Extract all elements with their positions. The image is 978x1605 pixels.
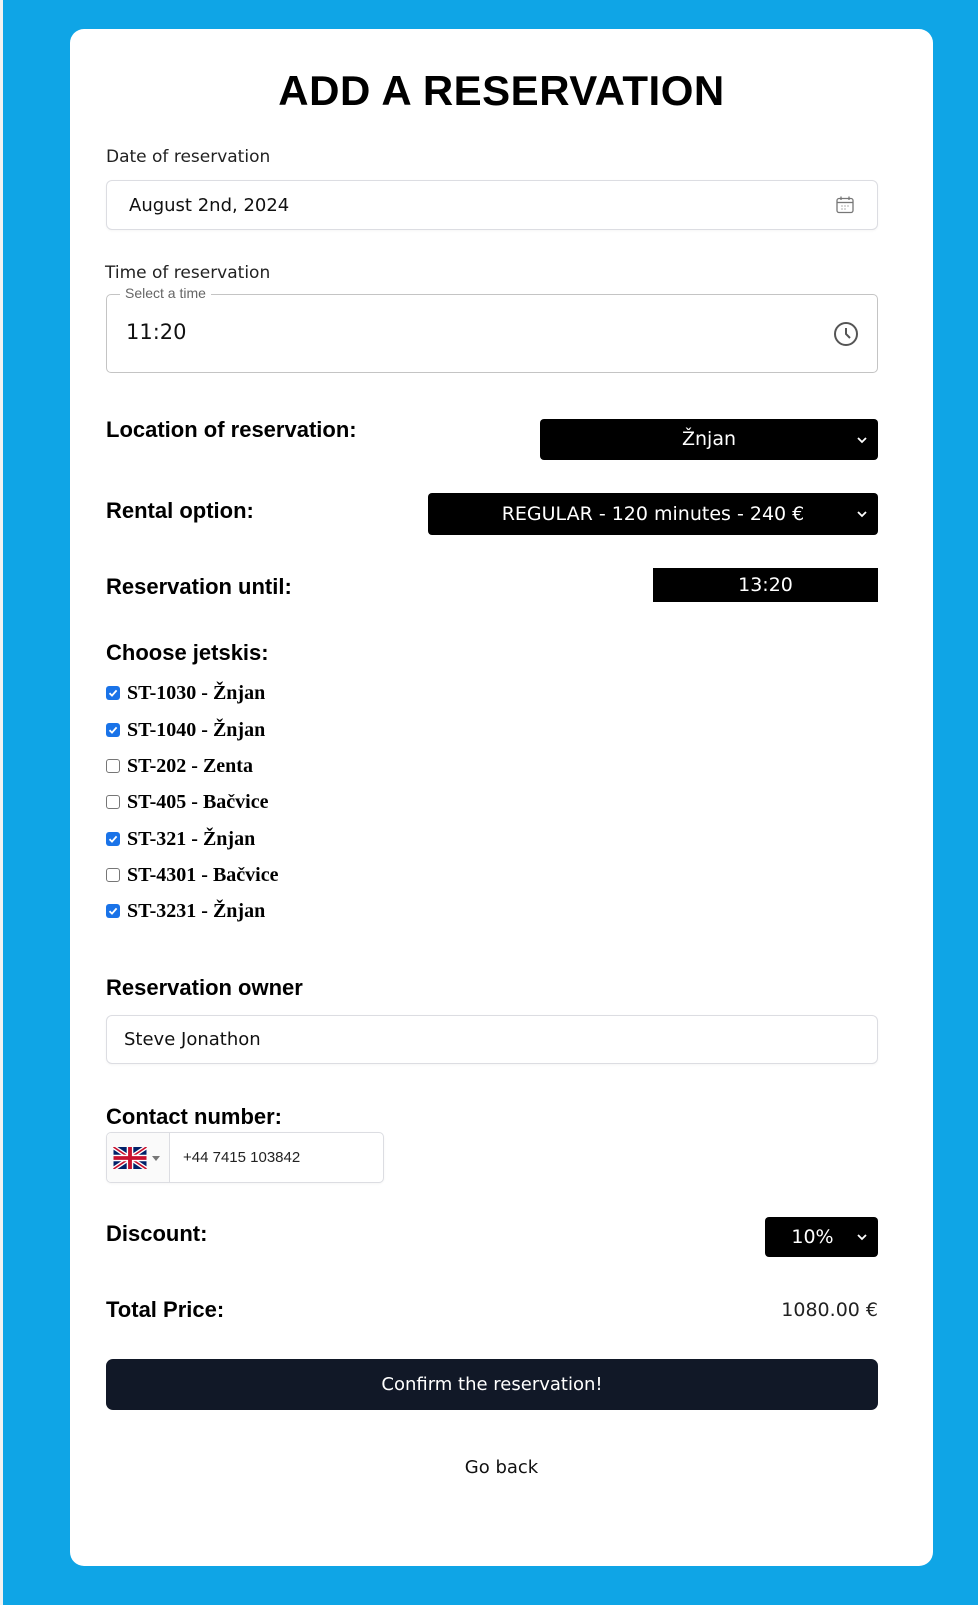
owner-input[interactable]: Steve Jonathon [106, 1015, 878, 1064]
checkbox-checked[interactable] [106, 832, 120, 846]
until-label: Reservation until: [106, 574, 292, 599]
check-icon [108, 689, 118, 697]
reservation-card: ADD A RESERVATION Date of reservation Au… [70, 29, 933, 1566]
caret-down-icon [152, 1156, 160, 1161]
check-icon [108, 835, 118, 843]
jetski-option-label: ST-1040 - Žnjan [127, 718, 266, 741]
jetski-option-label: ST-1030 - Žnjan [127, 681, 266, 704]
rental-label: Rental option: [106, 498, 254, 523]
country-select[interactable] [107, 1133, 170, 1182]
chevron-down-icon [857, 1234, 867, 1241]
total-value: 1080.00 € [781, 1299, 878, 1321]
jetski-option-label: ST-3231 - Žnjan [127, 899, 266, 922]
chevron-down-icon [857, 511, 867, 518]
phone-number[interactable]: +44 7415 103842 [183, 1149, 300, 1166]
clock-icon[interactable] [833, 321, 859, 347]
jetski-option[interactable]: ST-202 - Zenta [106, 753, 253, 779]
chevron-down-icon [857, 436, 867, 443]
location-selected: Žnjan [681, 428, 737, 450]
jetskis-label: Choose jetskis: [106, 640, 269, 665]
jetski-option[interactable]: ST-3231 - Žnjan [106, 898, 265, 924]
calendar-icon[interactable] [835, 195, 855, 215]
check-icon [108, 907, 118, 915]
checkbox-checked[interactable] [106, 723, 120, 737]
jetski-option-label: ST-321 - Žnjan [127, 827, 256, 850]
confirm-button-label: Confirm the reservation! [381, 1374, 603, 1395]
discount-select[interactable]: 10% [765, 1217, 878, 1257]
page-title: ADD A RESERVATION [278, 67, 725, 114]
check-icon [108, 726, 118, 734]
jetski-option-label: ST-202 - Zenta [127, 754, 253, 777]
date-label: Date of reservation [106, 147, 271, 167]
checkbox-checked[interactable] [106, 904, 120, 918]
date-input[interactable]: August 2nd, 2024 [106, 180, 878, 230]
checkbox-unchecked[interactable] [106, 759, 120, 773]
until-value: 13:20 [653, 568, 878, 602]
time-value: 11:20 [126, 320, 187, 344]
discount-selected: 10% [791, 1226, 834, 1248]
jetski-option[interactable]: ST-4301 - Bačvice [106, 862, 278, 888]
checkbox-unchecked[interactable] [106, 795, 120, 809]
jetski-option[interactable]: ST-405 - Bačvice [106, 789, 268, 815]
jetski-option[interactable]: ST-1030 - Žnjan [106, 680, 265, 706]
rental-select[interactable]: REGULAR - 120 minutes - 240 € [428, 493, 878, 535]
time-input[interactable]: 11:20 [106, 294, 878, 373]
time-legend: Select a time [120, 285, 211, 301]
location-select[interactable]: Žnjan [540, 419, 878, 460]
window-edge [0, 0, 3, 1605]
checkbox-unchecked[interactable] [106, 868, 120, 882]
confirm-button[interactable]: Confirm the reservation! [106, 1359, 878, 1410]
go-back-button[interactable]: Go back [70, 1457, 933, 1478]
jetski-option-label: ST-4301 - Bačvice [127, 863, 279, 886]
rental-selected: REGULAR - 120 minutes - 240 € [501, 503, 805, 525]
jetski-option-label: ST-405 - Bačvice [127, 790, 269, 813]
owner-label: Reservation owner [106, 975, 303, 1000]
jetski-option[interactable]: ST-1040 - Žnjan [106, 717, 265, 743]
discount-label: Discount: [106, 1221, 208, 1246]
total-label: Total Price: [106, 1297, 225, 1322]
contact-label: Contact number: [106, 1104, 282, 1129]
time-label: Time of reservation [105, 263, 271, 283]
location-label: Location of reservation: [106, 417, 357, 442]
date-value: August 2nd, 2024 [129, 195, 290, 216]
phone-input-group: +44 7415 103842 [106, 1132, 384, 1183]
uk-flag-icon [113, 1147, 147, 1169]
owner-value: Steve Jonathon [124, 1029, 261, 1050]
jetski-option[interactable]: ST-321 - Žnjan [106, 826, 255, 852]
checkbox-checked[interactable] [106, 686, 120, 700]
